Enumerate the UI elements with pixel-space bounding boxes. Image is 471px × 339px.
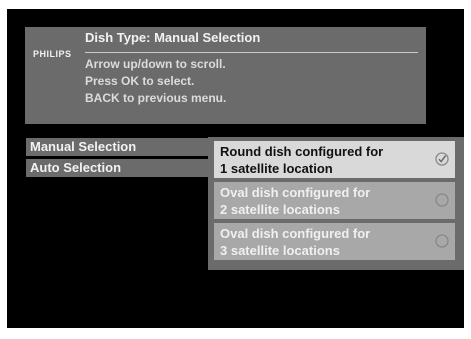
option-round-dish-1-location[interactable]: Round dish configured for 1 satellite lo… [214,141,455,178]
option-line2: 2 satellite locations [220,202,340,217]
option-oval-dish-3-locations[interactable]: Oval dish configured for 3 satellite loc… [214,223,455,260]
page-title: Dish Type: Manual Selection [85,30,261,45]
radio-empty-icon [435,234,449,248]
brand-logo: PHILIPS [33,49,72,59]
header-panel: PHILIPS Dish Type: Manual Selection Arro… [25,27,426,124]
title-divider [85,52,418,53]
check-radio-icon [435,152,449,166]
instruction-back: BACK to previous menu. [85,91,227,105]
instruction-scroll: Arrow up/down to scroll. [85,57,226,71]
option-line2: 1 satellite location [220,161,333,176]
option-line2: 3 satellite locations [220,243,340,258]
dish-options-panel: Round dish configured for 1 satellite lo… [208,137,464,270]
instruction-select: Press OK to select. [85,74,195,88]
option-line1: Oval dish configured for [220,226,371,241]
menu-item-auto-selection[interactable]: Auto Selection [26,159,210,177]
menu-item-manual-selection[interactable]: Manual Selection [26,138,210,156]
option-oval-dish-2-locations[interactable]: Oval dish configured for 2 satellite loc… [214,182,455,219]
option-line1: Oval dish configured for [220,185,371,200]
radio-empty-icon [435,193,449,207]
tv-screen: PHILIPS Dish Type: Manual Selection Arro… [7,9,464,328]
option-line1: Round dish configured for [220,144,384,159]
